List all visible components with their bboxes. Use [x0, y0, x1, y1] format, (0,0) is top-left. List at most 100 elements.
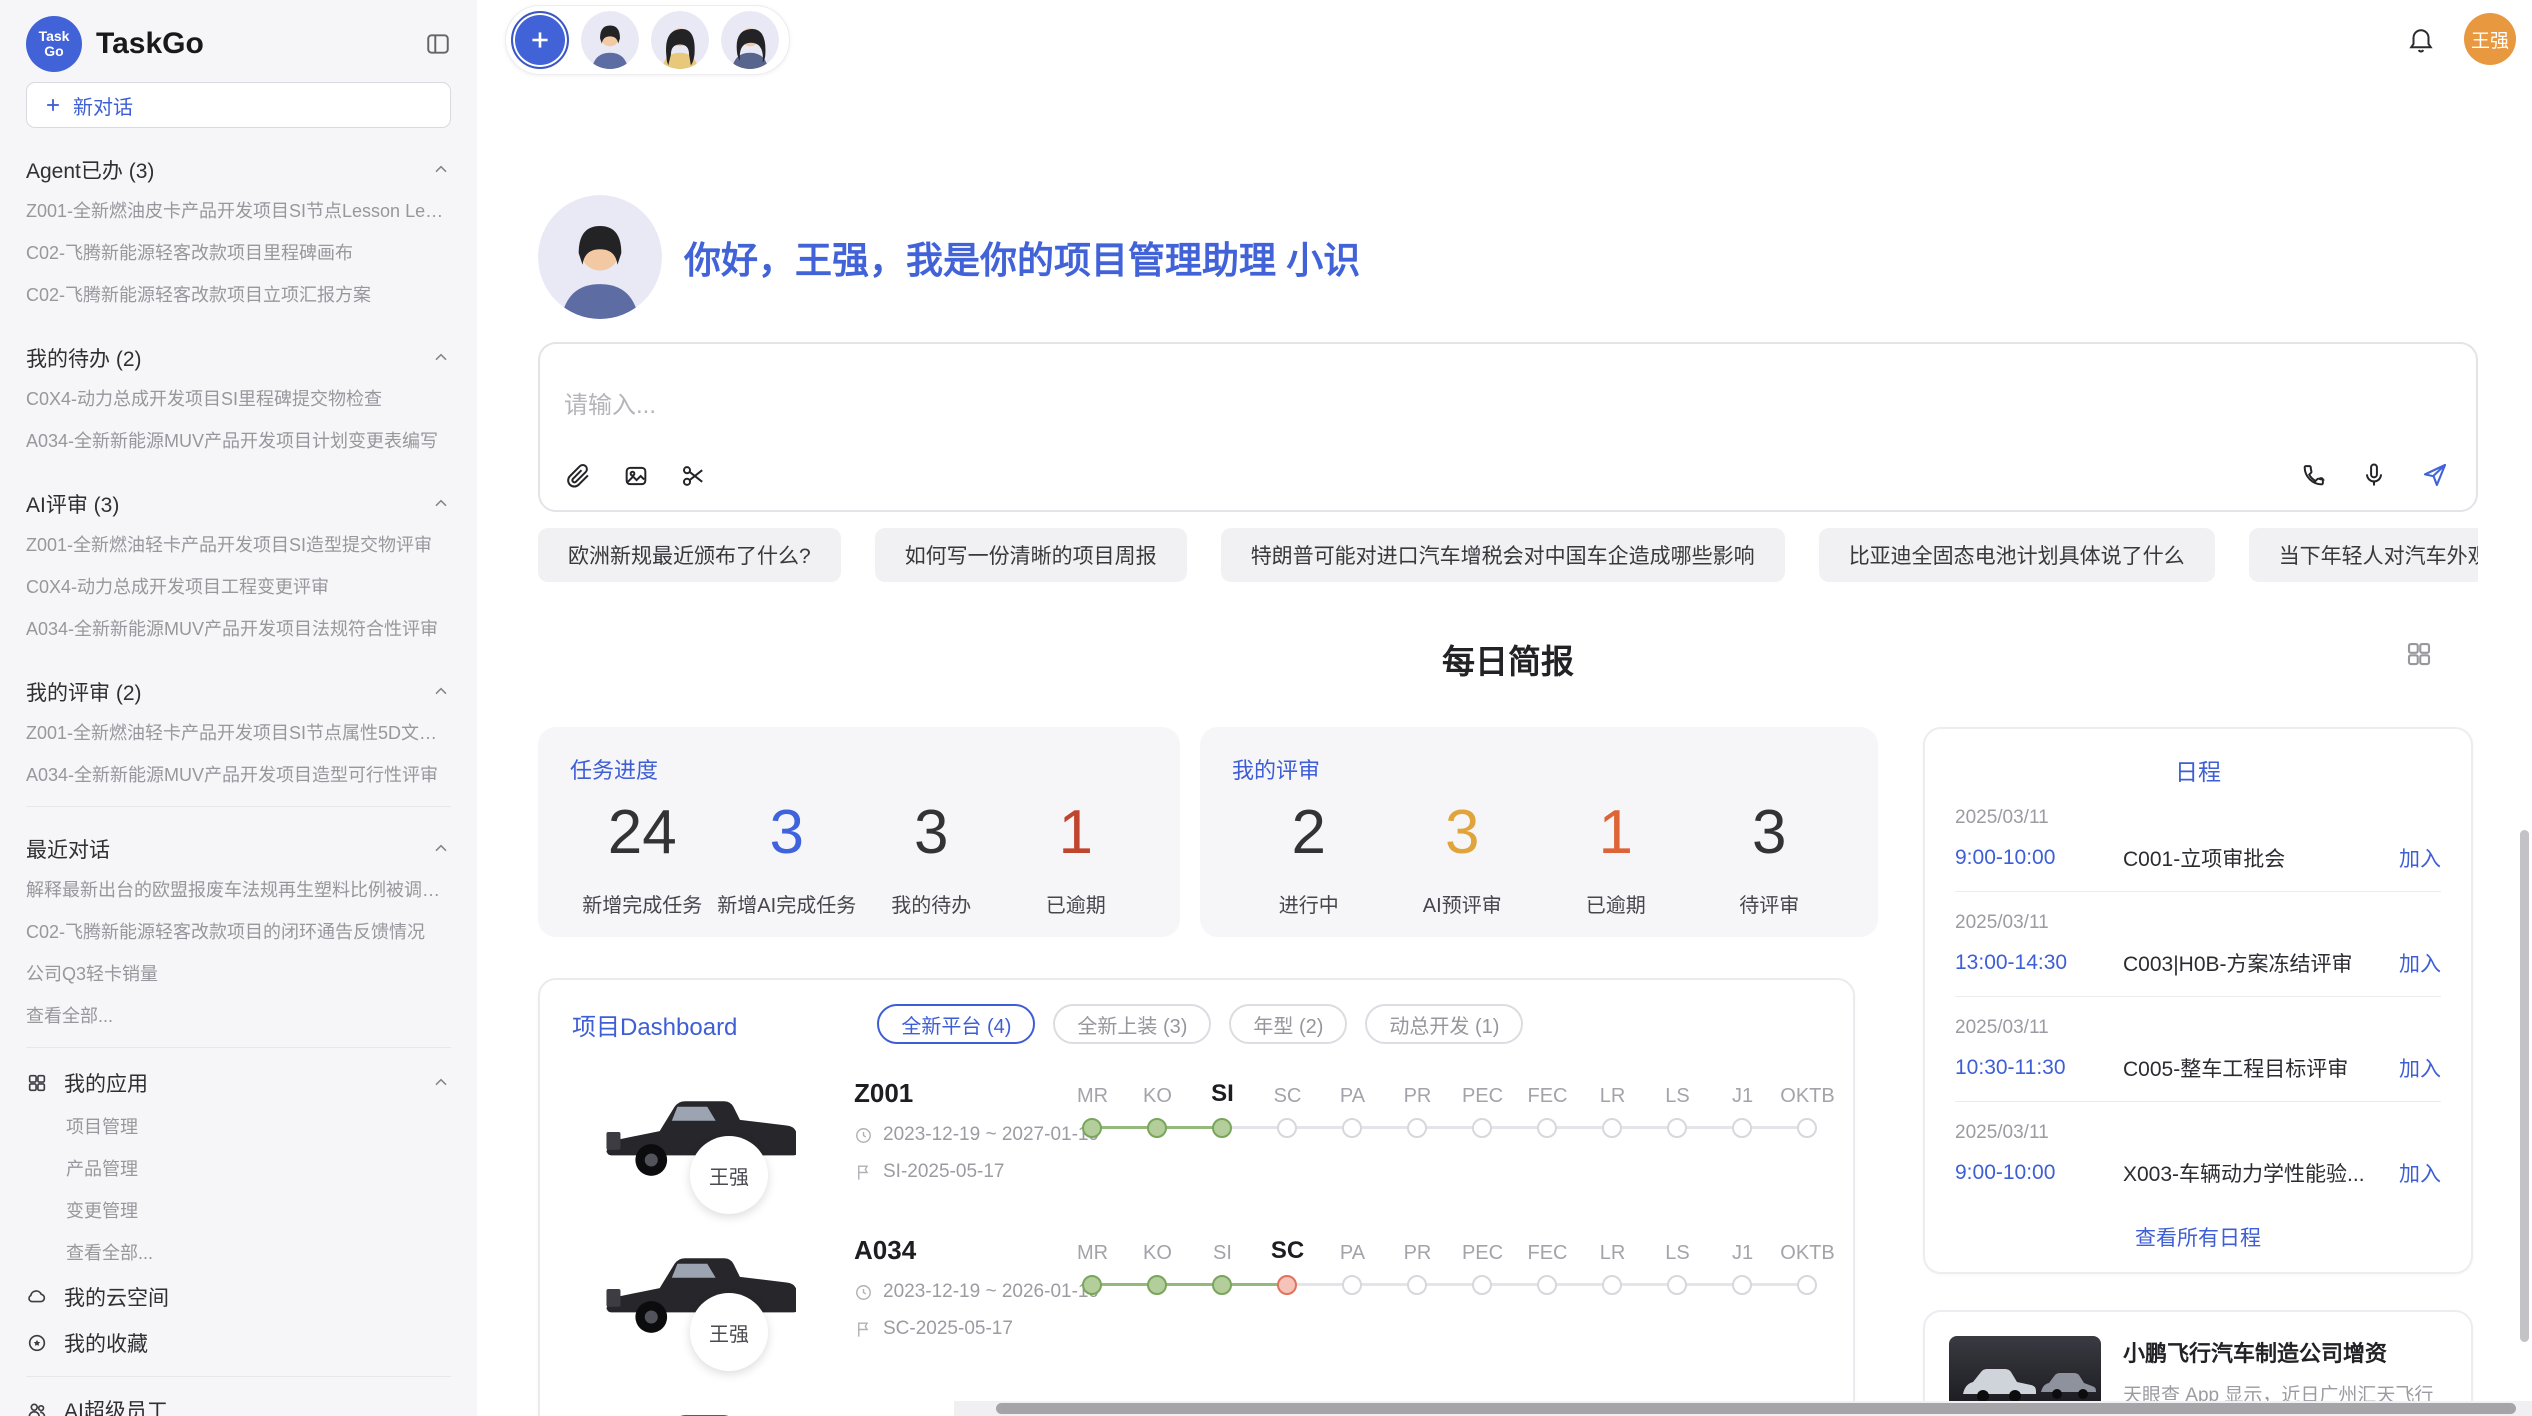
schedule-event-name: C005-整车工程目标评审: [2123, 1053, 2399, 1083]
milestone-dot[interactable]: [1277, 1118, 1297, 1138]
agent-avatar-3[interactable]: [721, 11, 779, 69]
milestone-dot[interactable]: [1797, 1275, 1817, 1295]
milestone-label: FEC: [1515, 1242, 1580, 1265]
sidebar-task-item[interactable]: Z001-全新燃油轻卡产品开发项目SI节点属性5D文件评审: [26, 712, 451, 754]
sidebar-group-header[interactable]: 我的待办 (2): [26, 338, 451, 378]
recent-view-all[interactable]: 查看全部...: [26, 995, 451, 1037]
recent-chats-header[interactable]: 最近对话: [26, 829, 451, 869]
sidebar-task-item[interactable]: A034-全新新能源MUV产品开发项目造型可行性评审: [26, 754, 451, 796]
recent-chat-item[interactable]: 解释最新出台的欧盟报废车法规再生塑料比例被调至15%...: [26, 869, 451, 911]
suggestion-chip[interactable]: 比亚迪全固态电池计划具体说了什么: [1819, 528, 2215, 582]
dashboard-filter-chip[interactable]: 全新上装 (3): [1053, 1004, 1211, 1044]
milestone-label: MR: [1060, 1085, 1125, 1108]
app-item[interactable]: 变更管理: [66, 1190, 451, 1232]
sidebar-item-label: AI超级员工: [64, 1395, 168, 1416]
app-item[interactable]: 项目管理: [66, 1106, 451, 1148]
add-agent-button[interactable]: [511, 11, 569, 69]
milestone-dot[interactable]: [1472, 1275, 1492, 1295]
attachment-icon[interactable]: [564, 462, 592, 490]
sidebar-group-header[interactable]: AI评审 (3): [26, 484, 451, 524]
schedule-view-all[interactable]: 查看所有日程: [1955, 1222, 2441, 1252]
milestone-dot[interactable]: [1342, 1275, 1362, 1295]
dashboard-filter-chip[interactable]: 年型 (2): [1229, 1004, 1347, 1044]
layout-grid-icon[interactable]: [2404, 639, 2434, 669]
suggestion-chip[interactable]: 当下年轻人对汽车外观有怎样的喜好趋势: [2249, 528, 2478, 582]
horizontal-scrollbar-thumb[interactable]: [996, 1403, 2516, 1414]
milestone-dot[interactable]: [1212, 1275, 1232, 1295]
milestone-dot[interactable]: [1602, 1275, 1622, 1295]
milestone-dot[interactable]: [1732, 1275, 1752, 1295]
schedule-event-name: C001-立项审批会: [2123, 843, 2399, 873]
sidebar-task-item[interactable]: A034-全新新能源MUV产品开发项目法规符合性评审: [26, 608, 451, 650]
vertical-scrollbar-thumb[interactable]: [2520, 830, 2529, 1342]
sidebar-task-item[interactable]: A034-全新新能源MUV产品开发项目计划变更表编写: [26, 420, 451, 462]
assistant-avatar: [538, 195, 662, 319]
dashboard-filter-chip[interactable]: 全新平台 (4): [877, 1004, 1035, 1044]
user-avatar[interactable]: 王强: [2464, 13, 2516, 65]
sidebar-collapse-icon[interactable]: [425, 31, 451, 57]
recent-chat-item[interactable]: C02-飞腾新能源轻客改款项目的闭环通告反馈情况: [26, 911, 451, 953]
sidebar-task-groups: Agent已办 (3)Z001-全新燃油皮卡产品开发项目SI节点Lesson L…: [26, 150, 451, 796]
agent-avatar-2[interactable]: [651, 11, 709, 69]
microphone-icon[interactable]: [2360, 461, 2388, 489]
send-icon[interactable]: [2420, 460, 2450, 490]
milestone-dot[interactable]: [1147, 1118, 1167, 1138]
voice-call-icon[interactable]: [2300, 461, 2328, 489]
agent-avatar-1[interactable]: [581, 11, 639, 69]
milestone-dot[interactable]: [1407, 1118, 1427, 1138]
sidebar-task-item[interactable]: Z001-全新燃油轻卡产品开发项目SI造型提交物评审: [26, 524, 451, 566]
image-upload-icon[interactable]: [622, 462, 650, 490]
milestone-label: LR: [1580, 1242, 1645, 1265]
milestone-dot[interactable]: [1537, 1275, 1557, 1295]
sidebar-item-我的云空间[interactable]: 我的云空间: [26, 1274, 451, 1320]
sidebar-task-item[interactable]: C02-飞腾新能源轻客改款项目里程碑画布: [26, 232, 451, 274]
project-vehicle-image: [598, 1390, 796, 1416]
stat-card-title: 任务进度: [570, 753, 1148, 785]
schedule-join-link[interactable]: 加入: [2399, 1158, 2441, 1188]
milestone-dot[interactable]: [1732, 1118, 1752, 1138]
milestone-dot[interactable]: [1602, 1118, 1622, 1138]
sidebar-group-header[interactable]: 我的评审 (2): [26, 672, 451, 712]
my-apps-section: 我的应用 项目管理产品管理变更管理 查看全部...: [26, 1060, 451, 1274]
scissors-icon[interactable]: [680, 462, 708, 490]
milestone-dot[interactable]: [1537, 1118, 1557, 1138]
my-apps-header[interactable]: 我的应用: [26, 1060, 451, 1106]
dashboard-filter-chip[interactable]: 动总开发 (1): [1365, 1004, 1523, 1044]
suggestion-chip[interactable]: 欧洲新规最近颁布了什么?: [538, 528, 841, 582]
sidebar-item-AI超级员工[interactable]: AI超级员工: [26, 1387, 451, 1416]
sidebar-task-item[interactable]: Z001-全新燃油皮卡产品开发项目SI节点Lesson Learn报告: [26, 190, 451, 232]
milestone-label: KO: [1125, 1242, 1190, 1265]
stat-label: 我的待办: [859, 889, 1004, 918]
project-timeline: MRKOSISCPAPRPECFECLRLSJ1OKTB: [1060, 1072, 1840, 1160]
sidebar-item-我的收藏[interactable]: 我的收藏: [26, 1320, 451, 1366]
sidebar-group-header[interactable]: Agent已办 (3): [26, 150, 451, 190]
milestone-dot[interactable]: [1407, 1275, 1427, 1295]
suggestion-chip[interactable]: 如何写一份清晰的项目周报: [875, 528, 1187, 582]
apps-view-all[interactable]: 查看全部...: [26, 1232, 451, 1274]
milestone-dot[interactable]: [1212, 1118, 1232, 1138]
milestone-dot[interactable]: [1277, 1275, 1297, 1295]
sidebar-task-item[interactable]: C0X4-动力总成开发项目工程变更评审: [26, 566, 451, 608]
sidebar-task-item[interactable]: C0X4-动力总成开发项目SI里程碑提交物检查: [26, 378, 451, 420]
chevron-up-icon: [431, 160, 451, 180]
milestone-dot[interactable]: [1797, 1118, 1817, 1138]
milestone-dot[interactable]: [1667, 1275, 1687, 1295]
milestone-dot[interactable]: [1667, 1118, 1687, 1138]
notification-bell-icon[interactable]: [2406, 24, 2436, 54]
schedule-join-link[interactable]: 加入: [2399, 843, 2441, 873]
milestone-label: PA: [1320, 1085, 1385, 1108]
milestone-dot[interactable]: [1082, 1275, 1102, 1295]
schedule-join-link[interactable]: 加入: [2399, 1053, 2441, 1083]
milestone-dot[interactable]: [1472, 1118, 1492, 1138]
chat-input[interactable]: [564, 392, 1964, 420]
suggestion-chip[interactable]: 特朗普可能对进口汽车增税会对中国车企造成哪些影响: [1221, 528, 1785, 582]
app-item[interactable]: 产品管理: [66, 1148, 451, 1190]
milestone-dot[interactable]: [1147, 1275, 1167, 1295]
milestone-dot[interactable]: [1082, 1118, 1102, 1138]
schedule-join-link[interactable]: 加入: [2399, 948, 2441, 978]
sidebar-task-item[interactable]: C02-飞腾新能源轻客改款项目立项汇报方案: [26, 274, 451, 316]
recent-chat-item[interactable]: 公司Q3轻卡销量: [26, 953, 451, 995]
milestone-dot[interactable]: [1342, 1118, 1362, 1138]
milestone-label: SC: [1255, 1085, 1320, 1108]
new-chat-button[interactable]: 新对话: [26, 82, 451, 128]
